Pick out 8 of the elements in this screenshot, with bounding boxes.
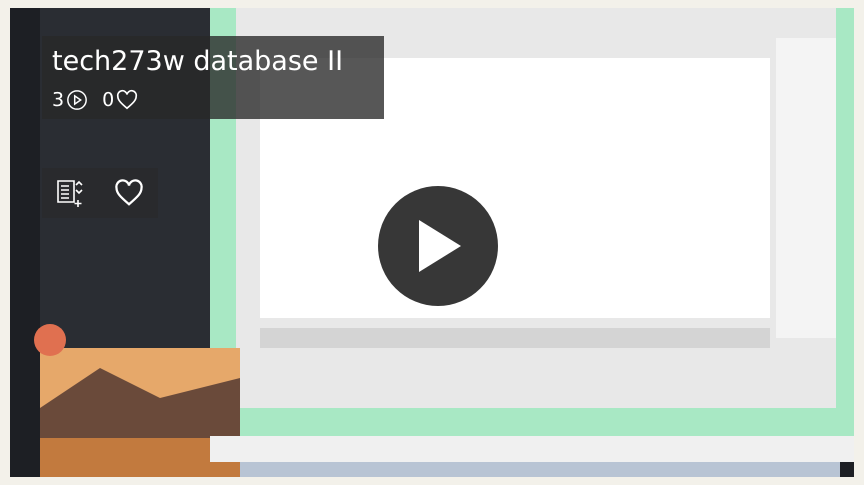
video-title: tech273w database II xyxy=(51,46,344,77)
play-count: 3 xyxy=(52,89,64,111)
add-to-playlist-button[interactable] xyxy=(56,178,84,208)
playlist-add-icon xyxy=(56,178,84,208)
like-button[interactable] xyxy=(114,178,144,208)
heart-icon xyxy=(114,178,144,208)
like-count: 0 xyxy=(102,89,114,111)
play-icon xyxy=(66,89,88,111)
